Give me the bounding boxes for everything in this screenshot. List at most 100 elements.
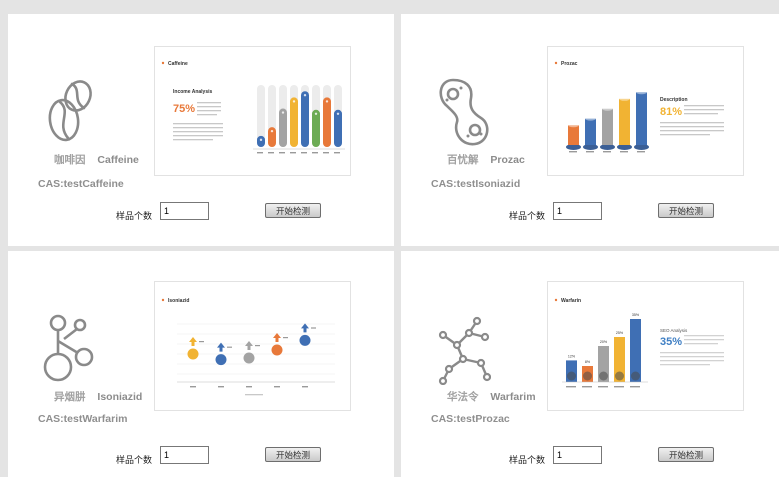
start-test-button[interactable]: 开始检测 bbox=[658, 447, 714, 462]
bar bbox=[585, 118, 596, 145]
bar-cap bbox=[314, 112, 318, 116]
bar-chart: 12% 8% 20% 25% 35% bbox=[566, 313, 641, 382]
tick-label bbox=[190, 386, 196, 388]
sample-count-label: 样品个数 bbox=[509, 211, 546, 221]
compound-names: 百忧解 Prozac bbox=[447, 152, 525, 167]
cas-label: CAS:testCaffeine bbox=[38, 178, 124, 190]
title-bullet bbox=[554, 61, 558, 65]
bar-icon bbox=[583, 371, 592, 381]
tick-label bbox=[257, 152, 263, 154]
bar-icon bbox=[631, 371, 640, 381]
tick-label bbox=[246, 386, 252, 388]
thumb-subtitle: SEO Analysis bbox=[660, 328, 688, 333]
start-test-button[interactable]: 开始检测 bbox=[658, 203, 714, 218]
bar-cap bbox=[292, 100, 296, 103]
bar bbox=[636, 92, 647, 145]
title-bullet bbox=[161, 61, 165, 65]
compound-names: 咖啡因 Caffeine bbox=[54, 152, 139, 167]
start-test-button[interactable]: 开始检测 bbox=[265, 447, 321, 462]
bar bbox=[323, 97, 331, 147]
arrow-marker bbox=[273, 333, 281, 342]
bar bbox=[257, 135, 265, 147]
report-thumbnail[interactable]: Caffeine Income Analysis 75% bbox=[154, 46, 351, 176]
tick-label bbox=[274, 386, 280, 388]
compound-name-cn: 百忧解 bbox=[447, 154, 479, 166]
thumb-title: Isoniazid bbox=[168, 298, 189, 304]
compound-name-en: Warfarim bbox=[490, 391, 536, 403]
sample-count-input[interactable] bbox=[160, 446, 209, 464]
arrow-label bbox=[283, 337, 288, 339]
panel-prozac: 百忧解 Prozac CAS:testIsoniazid 样品个数 开始检测 P… bbox=[401, 14, 779, 246]
bar-top bbox=[619, 96, 630, 101]
cas-label: CAS:testIsoniazid bbox=[431, 178, 521, 190]
data-label: 8% bbox=[585, 360, 591, 364]
tick-label bbox=[218, 386, 224, 388]
bar-cap bbox=[336, 112, 340, 116]
bar bbox=[279, 108, 287, 147]
thumb-subtitle: Income Analysis bbox=[173, 89, 212, 95]
tick-label bbox=[323, 152, 329, 154]
bubble bbox=[299, 334, 311, 346]
tick-label bbox=[312, 152, 318, 154]
thumb-title: Caffeine bbox=[168, 61, 188, 67]
tick-label bbox=[614, 386, 624, 388]
compound-name-en: Isoniazid bbox=[97, 391, 143, 403]
bar bbox=[312, 109, 320, 147]
tick-label bbox=[582, 386, 592, 388]
tick-label bbox=[268, 152, 274, 154]
bar-icon bbox=[615, 371, 624, 381]
arrow-marker bbox=[245, 341, 253, 350]
bar-top bbox=[585, 116, 596, 121]
data-label: 12% bbox=[568, 354, 576, 358]
panel-caffeine: 咖啡因 Caffeine CAS:testCaffeine 样品个数 开始检测 … bbox=[8, 14, 394, 246]
bar bbox=[619, 98, 630, 145]
start-test-button[interactable]: 开始检测 bbox=[265, 203, 321, 218]
compound-name-cn: 华法令 bbox=[447, 391, 479, 403]
sample-count-label: 样品个数 bbox=[509, 455, 546, 465]
report-thumbnail[interactable]: Warfarin 12% 8% 20% 25% 35% SEO Analysis 35% bbox=[547, 281, 744, 411]
thumb-subtitle: Description bbox=[660, 97, 688, 103]
placeholder-text bbox=[245, 394, 263, 396]
panel-warfarim: 华法令 Warfarim CAS:testProzac 样品个数 开始检测 Wa… bbox=[401, 251, 779, 477]
bar-cap bbox=[325, 100, 329, 103]
tick-label bbox=[334, 152, 340, 154]
bar-icon bbox=[567, 371, 576, 381]
thumb-title: Warfarin bbox=[561, 298, 581, 304]
bubble bbox=[215, 354, 227, 366]
tick-label bbox=[290, 152, 296, 154]
report-thumbnail[interactable]: Isoniazid bbox=[154, 281, 351, 411]
data-label: 20% bbox=[600, 340, 608, 344]
grid bbox=[177, 323, 335, 375]
bubble-chart bbox=[187, 323, 316, 366]
bar-cap bbox=[303, 94, 307, 97]
arrow-label bbox=[255, 345, 260, 347]
bar-top bbox=[636, 90, 647, 95]
cas-label: CAS:testWarfarim bbox=[38, 413, 128, 425]
bar-top bbox=[568, 123, 579, 128]
bar-chart bbox=[257, 85, 342, 147]
cas-label: CAS:testProzac bbox=[431, 413, 510, 425]
report-thumbnail[interactable]: Prozac Description 81% bbox=[547, 46, 744, 176]
bar bbox=[301, 91, 309, 147]
sample-count-input[interactable] bbox=[553, 202, 602, 220]
coffee-beans-icon bbox=[42, 76, 98, 150]
bubble bbox=[243, 352, 255, 364]
bar-chart-3d bbox=[566, 90, 649, 150]
tick-label bbox=[566, 386, 576, 388]
bar-top bbox=[602, 106, 613, 111]
arrow-marker bbox=[301, 323, 309, 333]
tick-label bbox=[586, 151, 594, 153]
tick-label bbox=[620, 151, 628, 153]
bar-cap bbox=[281, 111, 285, 114]
bubble bbox=[271, 344, 283, 356]
sample-count-input[interactable] bbox=[160, 202, 209, 220]
panel-isoniazid: 异烟肼 Isoniazid CAS:testWarfarim 样品个数 开始检测… bbox=[8, 251, 394, 477]
thumb-title: Prozac bbox=[561, 61, 578, 67]
bar-icon bbox=[599, 371, 608, 381]
thumb-percent: 81% bbox=[660, 106, 682, 118]
sample-count-input[interactable] bbox=[553, 446, 602, 464]
compound-names: 异烟肼 Isoniazid bbox=[54, 389, 142, 404]
data-label: 35% bbox=[632, 313, 640, 317]
thumb-percent: 75% bbox=[173, 103, 195, 115]
bar bbox=[602, 108, 613, 145]
